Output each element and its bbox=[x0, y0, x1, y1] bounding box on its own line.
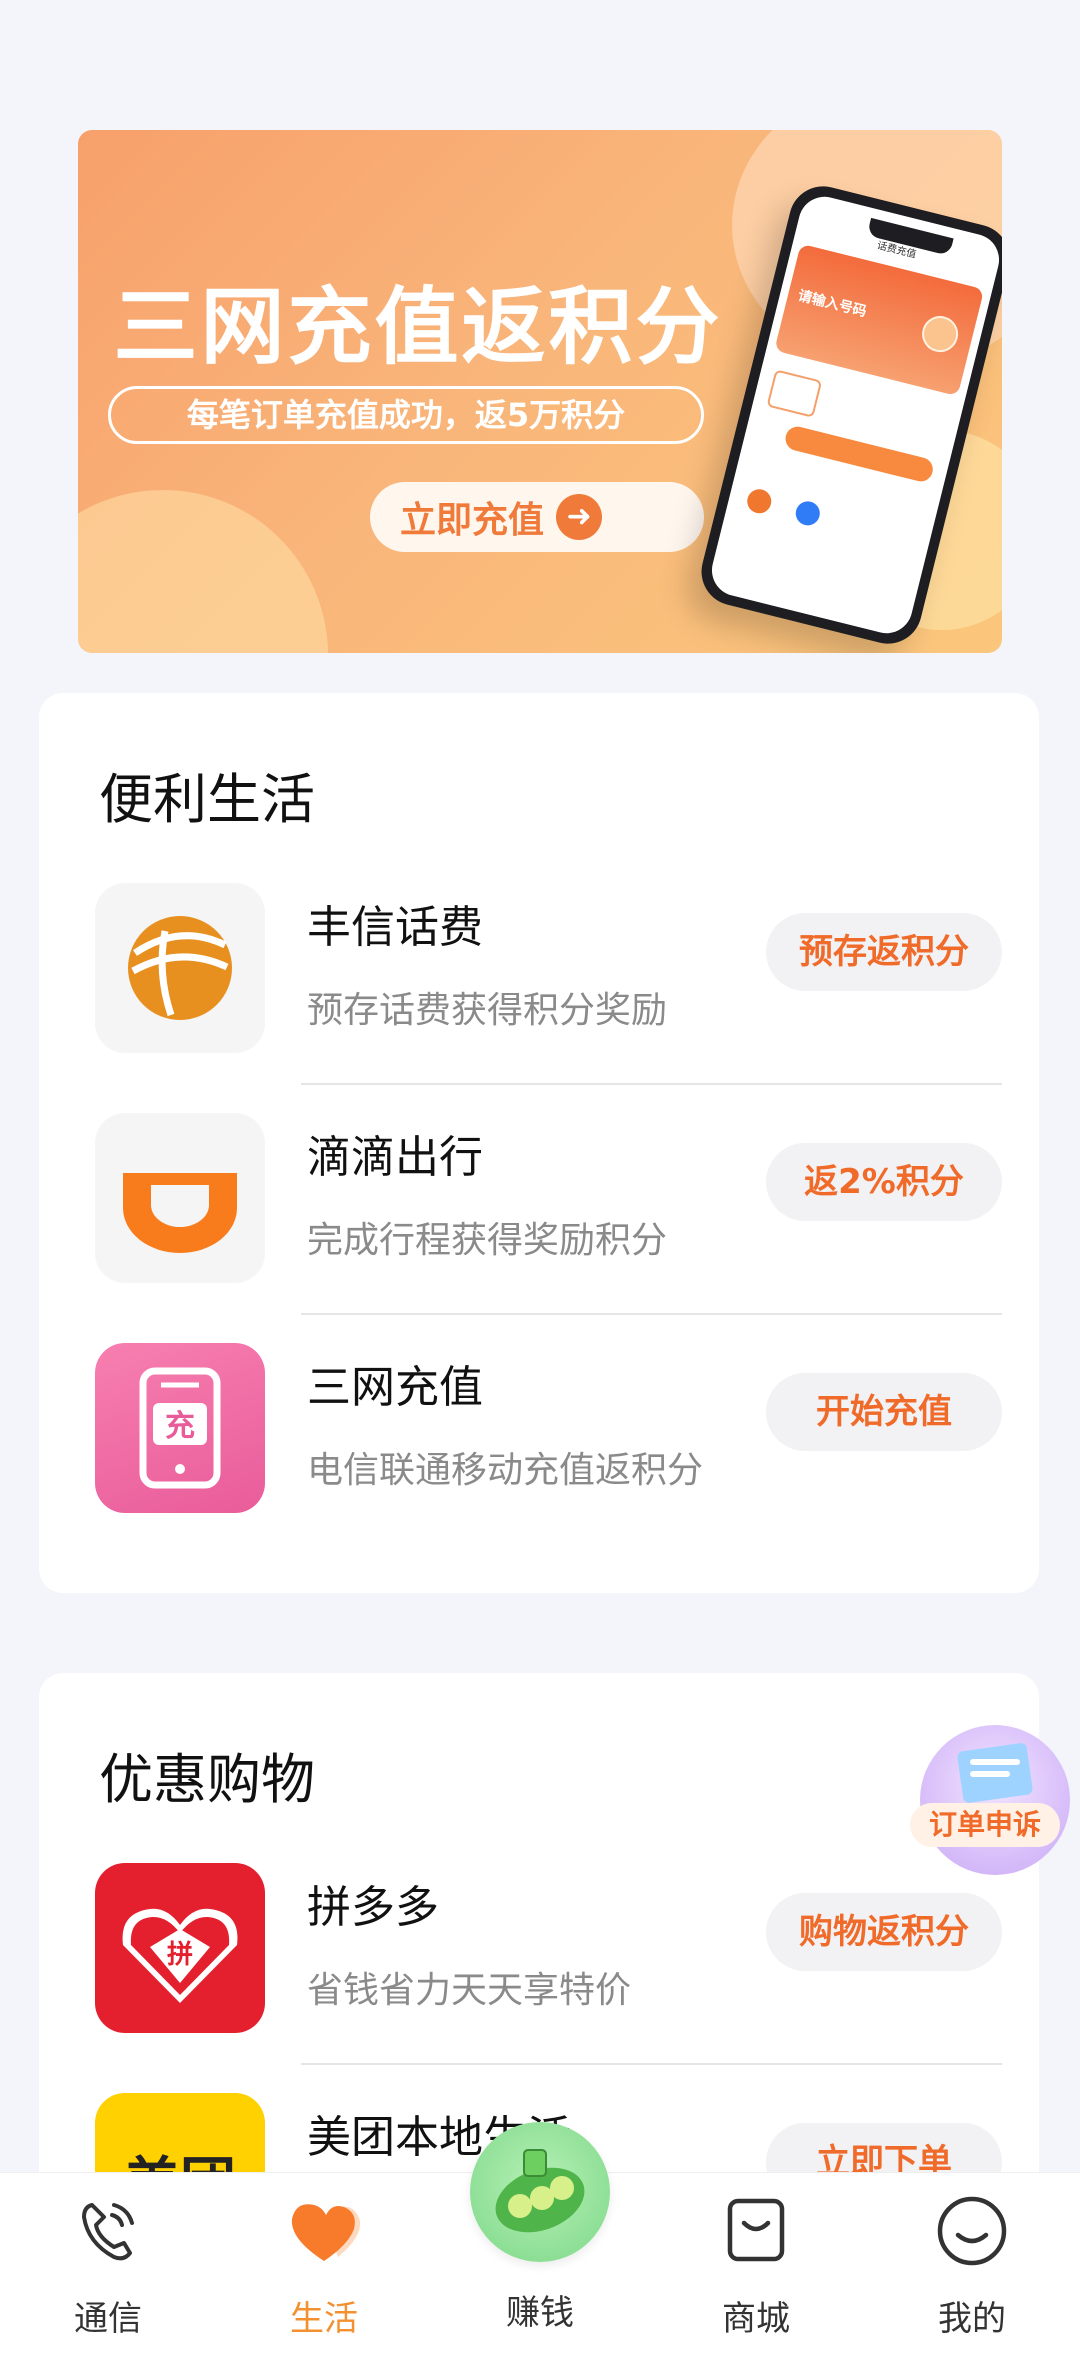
divider bbox=[301, 1083, 1002, 1085]
list-item-recharge[interactable]: 充 三网充值 电信联通移动充值返积分 开始充值 bbox=[39, 1343, 1039, 1573]
orange-dot-icon bbox=[744, 486, 774, 516]
phone-recharge-icon: 充 bbox=[95, 1343, 265, 1513]
heart-icon bbox=[291, 2204, 361, 2261]
promo-banner[interactable]: 三网充值返积分 每笔订单充值成功，返5万积分 立即充值 ➜ 话费充值 请输入号码 bbox=[78, 130, 1002, 653]
pinduoduo-logo-icon: 拼 bbox=[95, 1863, 265, 2033]
item-desc: 预存话费获得积分奖励 bbox=[307, 990, 668, 1031]
start-recharge-button[interactable]: 开始充值 bbox=[766, 1373, 1002, 1451]
item-name: 拼多多 bbox=[307, 1882, 439, 1933]
phone-icon bbox=[82, 2203, 134, 2261]
tab-mall[interactable]: 商城 bbox=[648, 2173, 864, 2354]
shopping-points-button[interactable]: 购物返积分 bbox=[766, 1893, 1002, 1971]
shopping-bag-icon bbox=[727, 2198, 785, 2262]
banner-decoration bbox=[78, 490, 328, 653]
tab-communication[interactable]: 通信 bbox=[0, 2173, 216, 2354]
blue-dot-icon bbox=[793, 498, 823, 528]
fengxin-logo-icon bbox=[95, 883, 265, 1053]
prestore-points-button[interactable]: 预存返积分 bbox=[766, 913, 1002, 991]
tab-life[interactable]: 生活 bbox=[216, 2173, 432, 2354]
recharge-char-text: 充 bbox=[165, 1409, 195, 1444]
divider bbox=[301, 2063, 1002, 2065]
smile-face-icon bbox=[937, 2196, 1007, 2266]
banner-title: 三网充值返积分 bbox=[113, 278, 723, 376]
item-desc: 完成行程获得奖励积分 bbox=[307, 1220, 668, 1261]
recharge-now-button[interactable]: 立即充值 ➜ bbox=[370, 482, 704, 552]
arrow-right-icon: ➜ bbox=[556, 494, 603, 540]
return-points-button[interactable]: 返2%积分 bbox=[766, 1143, 1002, 1221]
tab-mine[interactable]: 我的 bbox=[864, 2173, 1080, 2354]
peapod-icon bbox=[495, 2149, 585, 2233]
item-desc: 省钱省力天天享特价 bbox=[307, 1970, 632, 2011]
tab-label: 赚钱 bbox=[506, 2293, 574, 2333]
section-title: 便利生活 bbox=[99, 768, 315, 831]
order-complaint-float[interactable]: 订单申诉 bbox=[900, 1715, 1072, 1890]
tab-label: 生活 bbox=[290, 2299, 358, 2339]
item-name: 滴滴出行 bbox=[307, 1132, 483, 1183]
banner-subtitle: 每笔订单充值成功，返5万积分 bbox=[108, 386, 704, 444]
list-item-fengxin[interactable]: 丰信话费 预存话费获得积分奖励 预存返积分 bbox=[39, 883, 1039, 1113]
item-name: 丰信话费 bbox=[307, 902, 483, 953]
section-title: 优惠购物 bbox=[99, 1748, 315, 1811]
phone-screen-input: 请输入号码 bbox=[796, 287, 869, 321]
recharge-now-label: 立即充值 bbox=[400, 500, 545, 541]
tab-label: 商城 bbox=[722, 2299, 790, 2339]
list-item-pinduoduo[interactable]: 拼 拼多多 省钱省力天天享特价 购物返积分 bbox=[39, 1863, 1039, 2093]
item-desc: 电信联通移动充值返积分 bbox=[307, 1450, 704, 1491]
pdd-char-text: 拼 bbox=[167, 1940, 193, 1970]
convenient-life-card: 便利生活 丰信话费 预存话费获得积分奖励 预存返积分 滴滴出行 完成行程获得奖励… bbox=[39, 693, 1039, 1593]
divider bbox=[301, 1313, 1002, 1315]
complaint-bubble-icon bbox=[920, 1725, 1070, 1875]
item-name: 三网充值 bbox=[307, 1362, 483, 1413]
complaint-label: 订单申诉 bbox=[910, 1803, 1060, 1847]
coin-icon bbox=[918, 312, 962, 356]
tab-label: 我的 bbox=[938, 2299, 1006, 2339]
tab-label: 通信 bbox=[74, 2299, 142, 2339]
earn-money-button[interactable] bbox=[470, 2122, 610, 2262]
didi-logo-icon bbox=[95, 1113, 265, 1283]
list-item-didi[interactable]: 滴滴出行 完成行程获得奖励积分 返2%积分 bbox=[39, 1113, 1039, 1343]
